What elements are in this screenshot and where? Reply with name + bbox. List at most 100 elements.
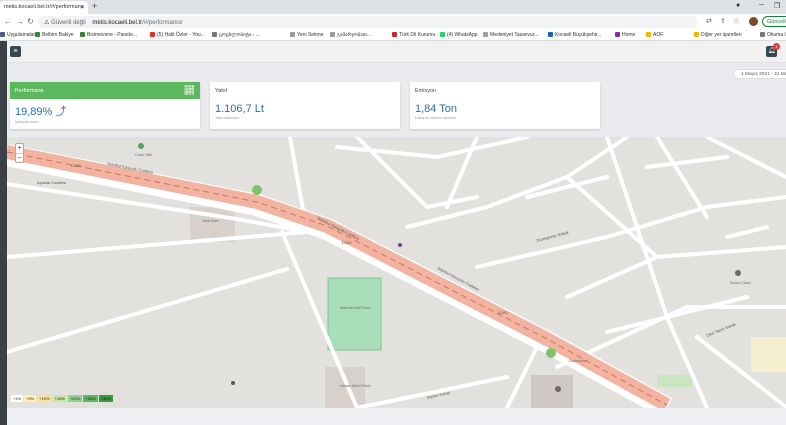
- tab-title: metis.kocaeli.bel.tr/#/performanc: [4, 4, 84, 10]
- building-area: [531, 375, 573, 408]
- bookmark-label: გამარჯობათ...: [337, 32, 372, 38]
- traffic-map[interactable]: İstanbul Karayolu Caddesi Ayaklar Caddes…: [7, 137, 786, 408]
- zoom-in-button[interactable]: +: [16, 144, 23, 153]
- legend-swatch: +1%: [11, 395, 24, 402]
- maximize-icon[interactable]: ❐: [774, 2, 780, 10]
- bookmark-favicon-icon: [290, 32, 295, 37]
- card-value: 19,89% ⤴: [15, 106, 67, 118]
- bookmark-item[interactable]: Diğer yer işaretleri: [694, 32, 742, 38]
- bookmark-favicon-icon: [760, 32, 765, 37]
- street-label: Dumlupınar Sokak: [536, 230, 569, 243]
- fuel-card: Yakıt 1.106,7 Lt Yakıt tasarrufu: [210, 82, 400, 129]
- street-label: D100: [498, 310, 508, 315]
- street-label: D100: [71, 163, 81, 168]
- green-area: [657, 375, 692, 387]
- card-subtitle: Yakıt tasarrufu: [215, 116, 240, 120]
- performance-legend: +1% +5% +10% +15% +20% +25% +30%: [11, 395, 114, 402]
- legend-swatch: +5%: [24, 395, 37, 402]
- street-label: D100: [342, 240, 352, 245]
- bookmark-item[interactable]: გამარჯობათ...: [330, 32, 371, 38]
- bookmark-star-icon[interactable]: ☆: [733, 17, 739, 25]
- bookmark-favicon-icon: [35, 32, 40, 37]
- browser-tab-bar: metis.kocaeli.bel.tr/#/performanc ✕ + ● …: [0, 0, 786, 14]
- bookmark-favicon-icon: [212, 32, 217, 37]
- card-title: Yakıt: [215, 88, 228, 94]
- poi-label: Halk Alanı: [202, 219, 219, 223]
- back-arrow-icon[interactable]: ←: [4, 17, 12, 26]
- bookmark-label: Kocaeli Büyükşehir...: [555, 32, 602, 38]
- bookmark-item[interactable]: AOF: [646, 32, 663, 38]
- emission-card: Emisyon 1,84 Ton Daha az karbon salınımı: [410, 82, 600, 129]
- bookmark-item[interactable]: ცოცხლობიტა - ...: [212, 32, 260, 38]
- bookmark-item[interactable]: Kocaeli Büyükşehir...: [548, 32, 601, 38]
- share-icon[interactable]: ⇪: [720, 17, 726, 25]
- forward-arrow-icon[interactable]: →: [16, 17, 24, 26]
- card-value: 1,84 Ton: [415, 103, 458, 115]
- notification-badge: 1: [773, 43, 780, 50]
- bookmark-favicon-icon: [615, 32, 620, 37]
- bookmarks-bar: Uygulamalar Belbim Bakiye Bizimevone - Pan…: [0, 30, 786, 41]
- profile-avatar[interactable]: [749, 17, 758, 26]
- poi-label: Mehmet Akif Parkı: [340, 306, 371, 310]
- bookmark-favicon-icon: [646, 32, 651, 37]
- bookmark-label: Diğer yer işaretleri: [701, 32, 742, 38]
- bookmark-favicon-icon: [150, 32, 155, 37]
- bookmark-item[interactable]: Okuma listesi: [760, 32, 786, 38]
- bookmark-item[interactable]: Home: [615, 32, 635, 38]
- card-title: Performans: [10, 82, 200, 99]
- side-strip: [0, 41, 7, 425]
- bookmark-item[interactable]: Türk Dil Kurumu: [392, 32, 435, 38]
- bookmark-label: Bizimevone - Panele...: [87, 32, 138, 38]
- address-toolbar: ← → ↻ ⚠ Güvenli değil metis.kocaeli.bel.…: [0, 14, 786, 30]
- browser-tab[interactable]: metis.kocaeli.bel.tr/#/performanc ✕: [0, 1, 88, 14]
- hamburger-menu-icon[interactable]: ≡: [10, 46, 21, 57]
- bookmark-item[interactable]: (4) WhatsApp: [440, 32, 478, 38]
- translate-icon[interactable]: ⇄: [706, 17, 712, 25]
- warning-icon: ⚠: [44, 20, 50, 26]
- bookmark-label: Türk Dil Kurumu: [399, 32, 436, 38]
- poi-label: Cami Tabi: [135, 153, 152, 157]
- security-label: Güvenli değil: [51, 20, 86, 26]
- legend-swatch: +10%: [37, 395, 52, 402]
- poi-label: Hasan Mavil Parkı: [340, 384, 371, 388]
- mosque-marker[interactable]: [138, 143, 144, 149]
- page-footer: [7, 408, 786, 425]
- date-range-picker[interactable]: 1 Mayıs 2021 - 31 Mayıs 2021: [733, 69, 786, 79]
- bookmark-item[interactable]: Yeni Sekme: [290, 32, 324, 38]
- legend-swatch: +15%: [52, 395, 67, 402]
- mosque-marker[interactable]: [555, 386, 561, 392]
- mosque-marker[interactable]: [735, 270, 741, 276]
- card-title: Emisyon: [415, 88, 437, 94]
- bookmark-item[interactable]: Uygulamalar: [0, 32, 35, 38]
- bookmark-favicon-icon: [694, 32, 699, 37]
- bookmark-label: AOF: [653, 32, 664, 38]
- bookmark-label: Yeni Sekme: [297, 32, 324, 38]
- new-tab-icon[interactable]: +: [92, 1, 97, 11]
- bookmark-label: Uygulamalar: [7, 32, 36, 38]
- zoom-out-button[interactable]: −: [16, 153, 23, 162]
- app-header: ≡ 🔔︎ 1: [7, 41, 786, 63]
- close-tab-icon[interactable]: ✕: [80, 4, 85, 11]
- bookmark-label: Okuma listesi: [767, 32, 786, 38]
- minimize-icon[interactable]: ─: [759, 2, 764, 9]
- bookmark-item[interactable]: Belbim Bakiye: [35, 32, 74, 38]
- reload-icon[interactable]: ↻: [27, 17, 34, 26]
- map-marker[interactable]: [546, 348, 556, 358]
- park-area: [327, 277, 382, 351]
- update-button[interactable]: Güncelle: [762, 16, 786, 27]
- record-icon[interactable]: ●: [736, 2, 740, 9]
- bookmark-item[interactable]: Bizimevone - Panele...: [80, 32, 137, 38]
- bookmark-label: ცოცხლობიტა - ...: [219, 32, 261, 38]
- bookmark-item[interactable]: Medeniyet Tasavvur...: [483, 32, 538, 38]
- poi-marker[interactable]: [231, 381, 235, 385]
- bookmark-favicon-icon: [392, 32, 397, 37]
- bookmark-label: Medeniyet Tasavvur...: [490, 32, 539, 38]
- legend-swatch: +30%: [98, 395, 113, 402]
- bookmark-item[interactable]: (5) Halit Özler - You...: [150, 32, 205, 38]
- bus-stop-marker[interactable]: [398, 243, 402, 247]
- address-input[interactable]: ⚠ Güvenli değil metis.kocaeli.bel.tr/#/p…: [38, 16, 698, 28]
- map-marker[interactable]: [252, 185, 262, 195]
- performance-card: Performans 📈︎ 19,89% ⤴ İyileşme oranı: [10, 82, 200, 129]
- bookmark-favicon-icon: [548, 32, 553, 37]
- yellow-area: [751, 337, 786, 372]
